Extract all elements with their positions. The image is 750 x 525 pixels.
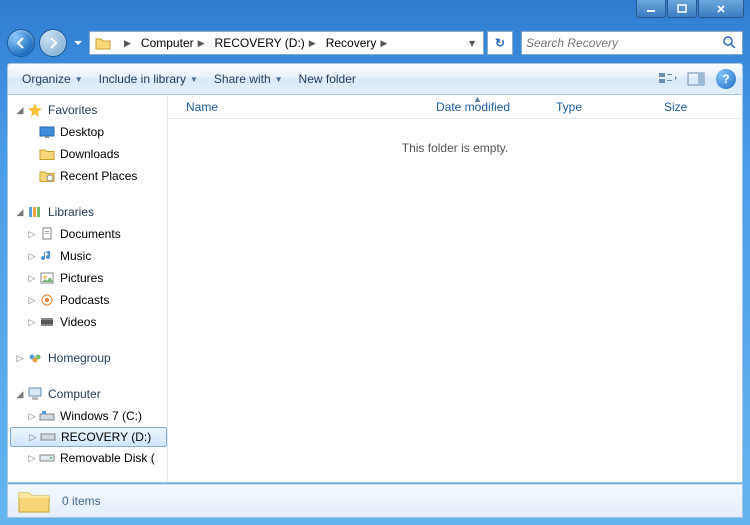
breadcrumb-root-arrow[interactable]: ▶ [114, 32, 135, 54]
pictures-icon [38, 270, 56, 286]
tree-item-windows-c[interactable]: ▷Windows 7 (C:) [10, 405, 167, 427]
drive-icon [39, 429, 57, 445]
recent-icon [38, 168, 56, 184]
drive-icon [38, 408, 56, 424]
folder-icon [38, 146, 56, 162]
tree-item-recent-places[interactable]: Recent Places [10, 165, 167, 187]
breadcrumb-recovery[interactable]: Recovery▶ [320, 32, 392, 54]
homegroup-header[interactable]: ▷Homegroup [10, 347, 167, 369]
command-bar: Organize▼ Include in library▼ Share with… [7, 63, 743, 95]
history-dropdown[interactable] [71, 33, 85, 53]
homegroup-icon [26, 350, 44, 366]
forward-button[interactable] [39, 29, 67, 57]
tree-item-recovery-d[interactable]: ▷RECOVERY (D:) [10, 427, 167, 447]
tree-item-music[interactable]: ▷Music [10, 245, 167, 267]
tree-item-videos[interactable]: ▷Videos [10, 311, 167, 333]
refresh-button[interactable]: ↻ [487, 31, 513, 55]
folder-icon [16, 487, 52, 515]
include-in-library-button[interactable]: Include in library▼ [91, 68, 206, 90]
address-dropdown[interactable]: ▾ [463, 36, 481, 50]
documents-icon [38, 226, 56, 242]
status-text: 0 items [62, 494, 101, 508]
column-name[interactable]: Name [180, 100, 430, 114]
navigation-bar: ▶ Computer▶ RECOVERY (D:)▶ Recovery▶ ▾ ↻ [7, 27, 743, 59]
search-box[interactable] [521, 31, 743, 55]
libraries-header[interactable]: ◢Libraries [10, 201, 167, 223]
star-icon [26, 102, 44, 118]
tree-item-removable[interactable]: ▷Removable Disk ( [10, 447, 167, 469]
back-button[interactable] [7, 29, 35, 57]
preview-pane-button[interactable] [684, 68, 708, 90]
close-button[interactable] [698, 0, 744, 18]
tree-item-pictures[interactable]: ▷Pictures [10, 267, 167, 289]
computer-header[interactable]: ◢Computer [10, 383, 167, 405]
removable-drive-icon [38, 450, 56, 466]
navigation-pane[interactable]: ◢Favorites Desktop Downloads Recent Plac… [8, 95, 168, 482]
address-bar[interactable]: ▶ Computer▶ RECOVERY (D:)▶ Recovery▶ ▾ [89, 31, 484, 55]
sort-indicator-icon: ▲ [473, 94, 482, 104]
status-bar: 0 items [7, 484, 743, 518]
column-headers: Name Date modified Type Size [168, 95, 742, 119]
tree-item-desktop[interactable]: Desktop [10, 121, 167, 143]
share-with-button[interactable]: Share with▼ [206, 68, 291, 90]
new-folder-button[interactable]: New folder [291, 68, 364, 90]
search-icon[interactable] [722, 35, 738, 51]
breadcrumb-computer[interactable]: Computer▶ [135, 32, 209, 54]
column-date-modified[interactable]: Date modified [430, 100, 550, 114]
column-type[interactable]: Type [550, 100, 658, 114]
folder-icon [94, 34, 112, 52]
column-size[interactable]: Size [658, 100, 728, 114]
empty-folder-message: This folder is empty. [168, 119, 742, 155]
libraries-icon [26, 204, 44, 220]
podcasts-icon [38, 292, 56, 308]
organize-button[interactable]: Organize▼ [14, 68, 91, 90]
breadcrumb-recovery-d[interactable]: RECOVERY (D:)▶ [209, 32, 320, 54]
help-button[interactable]: ? [716, 69, 736, 89]
tree-item-downloads[interactable]: Downloads [10, 143, 167, 165]
tree-item-documents[interactable]: ▷Documents [10, 223, 167, 245]
computer-icon [26, 386, 44, 402]
videos-icon [38, 314, 56, 330]
favorites-header[interactable]: ◢Favorites [10, 99, 167, 121]
music-icon [38, 248, 56, 264]
content-pane: ▲ Name Date modified Type Size This fold… [168, 95, 742, 482]
breadcrumb-label: RECOVERY (D:) [215, 36, 305, 50]
breadcrumb-label: Recovery [326, 36, 377, 50]
main-area: ◢Favorites Desktop Downloads Recent Plac… [7, 95, 743, 483]
title-bar [0, 0, 750, 27]
tree-item-podcasts[interactable]: ▷Podcasts [10, 289, 167, 311]
breadcrumb-label: Computer [141, 36, 194, 50]
maximize-button[interactable] [667, 0, 697, 18]
view-options-button[interactable] [656, 68, 680, 90]
minimize-button[interactable] [636, 0, 666, 18]
search-input[interactable] [526, 36, 722, 50]
desktop-icon [38, 124, 56, 140]
